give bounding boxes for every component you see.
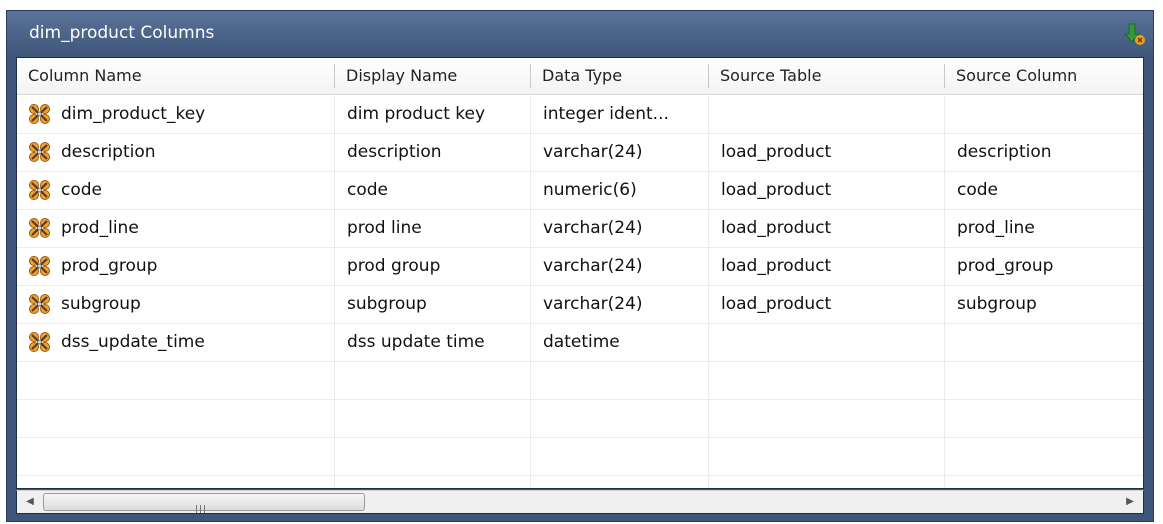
panel-title: dim_product Columns xyxy=(29,23,215,43)
cell-data-type: datetime xyxy=(543,332,620,352)
page-strip xyxy=(0,0,1163,10)
empty-row xyxy=(17,437,1143,476)
cell-display-name: dss update time xyxy=(347,332,485,352)
column-key-icon xyxy=(29,142,50,162)
cell-column-name: prod_line xyxy=(61,218,139,238)
cell-data-type: numeric(6) xyxy=(543,180,637,200)
cell-data-type: varchar(24) xyxy=(543,142,643,162)
cell-source-column: description xyxy=(957,142,1052,162)
panel-titlebar: dim_product Columns xyxy=(7,11,1153,57)
header-column-name[interactable]: Column Name xyxy=(17,58,335,94)
cell-source-table: load_product xyxy=(721,294,832,314)
cell-source-table: load_product xyxy=(721,142,832,162)
cell-display-name: dim product key xyxy=(347,104,486,124)
table-row[interactable]: prod_group prod group varchar(24) load_prod… xyxy=(17,247,1143,286)
cell-display-name: prod group xyxy=(347,256,441,276)
header-data-type[interactable]: Data Type xyxy=(531,58,709,94)
empty-row xyxy=(17,475,1143,488)
table-row[interactable]: subgroup subgroup varchar(24) load_product s… xyxy=(17,285,1143,324)
column-key-icon xyxy=(29,104,50,124)
table-row[interactable]: dss_update_time dss update time datetime xyxy=(17,323,1143,362)
cell-column-name: prod_group xyxy=(61,256,158,276)
column-key-icon xyxy=(29,218,50,238)
cell-source-table xyxy=(709,95,945,133)
cell-column-name: dim_product_key xyxy=(61,104,206,124)
cell-data-type: integer ident... xyxy=(543,104,669,124)
table-row[interactable]: dim_product_key dim product key integer id… xyxy=(17,95,1143,134)
cell-data-type: varchar(24) xyxy=(543,218,643,238)
cell-source-column: prod_line xyxy=(957,218,1035,238)
cell-data-type: varchar(24) xyxy=(543,256,643,276)
columns-panel: dim_product Columns Column Name Display … xyxy=(6,10,1154,522)
column-key-icon xyxy=(29,256,50,276)
header-source-table[interactable]: Source Table xyxy=(709,58,945,94)
grip-icon xyxy=(196,498,210,513)
arrow-right-icon[interactable]: ▶ xyxy=(1119,491,1141,513)
cell-display-name: prod line xyxy=(347,218,422,238)
horizontal-scrollbar[interactable]: ◀ ▶ xyxy=(16,490,1144,514)
column-key-icon xyxy=(29,180,50,200)
cell-data-type: varchar(24) xyxy=(543,294,643,314)
green-arrow-icon[interactable] xyxy=(1121,21,1147,47)
table-row[interactable]: prod_line prod line varchar(24) load_produc… xyxy=(17,209,1143,248)
table-row[interactable]: code code numeric(6) load_product code xyxy=(17,171,1143,210)
table-row[interactable]: description description varchar(24) load_pr… xyxy=(17,133,1143,172)
scrollbar-thumb[interactable] xyxy=(43,493,365,513)
cell-display-name: subgroup xyxy=(347,294,427,314)
column-key-icon xyxy=(29,332,50,352)
cell-source-column xyxy=(945,95,1143,133)
arrow-left-icon[interactable]: ◀ xyxy=(19,491,41,513)
cell-column-name: dss_update_time xyxy=(61,332,205,352)
empty-row xyxy=(17,361,1143,400)
columns-grid: Column Name Display Name Data Type Sourc… xyxy=(16,57,1144,489)
header-display-name[interactable]: Display Name xyxy=(335,58,531,94)
cell-source-column xyxy=(945,323,1143,361)
cell-display-name: description xyxy=(347,142,442,162)
cell-column-name: description xyxy=(61,142,156,162)
cell-source-column: code xyxy=(957,180,998,200)
cell-source-table: load_product xyxy=(721,218,832,238)
column-key-icon xyxy=(29,294,50,314)
cell-column-name: code xyxy=(61,180,102,200)
cell-display-name: code xyxy=(347,180,388,200)
cell-source-table: load_product xyxy=(721,256,832,276)
header-source-column[interactable]: Source Column xyxy=(945,58,1143,94)
cell-source-table: load_product xyxy=(721,180,832,200)
cell-source-column: prod_group xyxy=(957,256,1054,276)
empty-row xyxy=(17,399,1143,438)
cell-source-column: subgroup xyxy=(957,294,1037,314)
cell-column-name: subgroup xyxy=(61,294,141,314)
grid-header: Column Name Display Name Data Type Sourc… xyxy=(17,58,1143,95)
cell-source-table xyxy=(709,323,945,361)
